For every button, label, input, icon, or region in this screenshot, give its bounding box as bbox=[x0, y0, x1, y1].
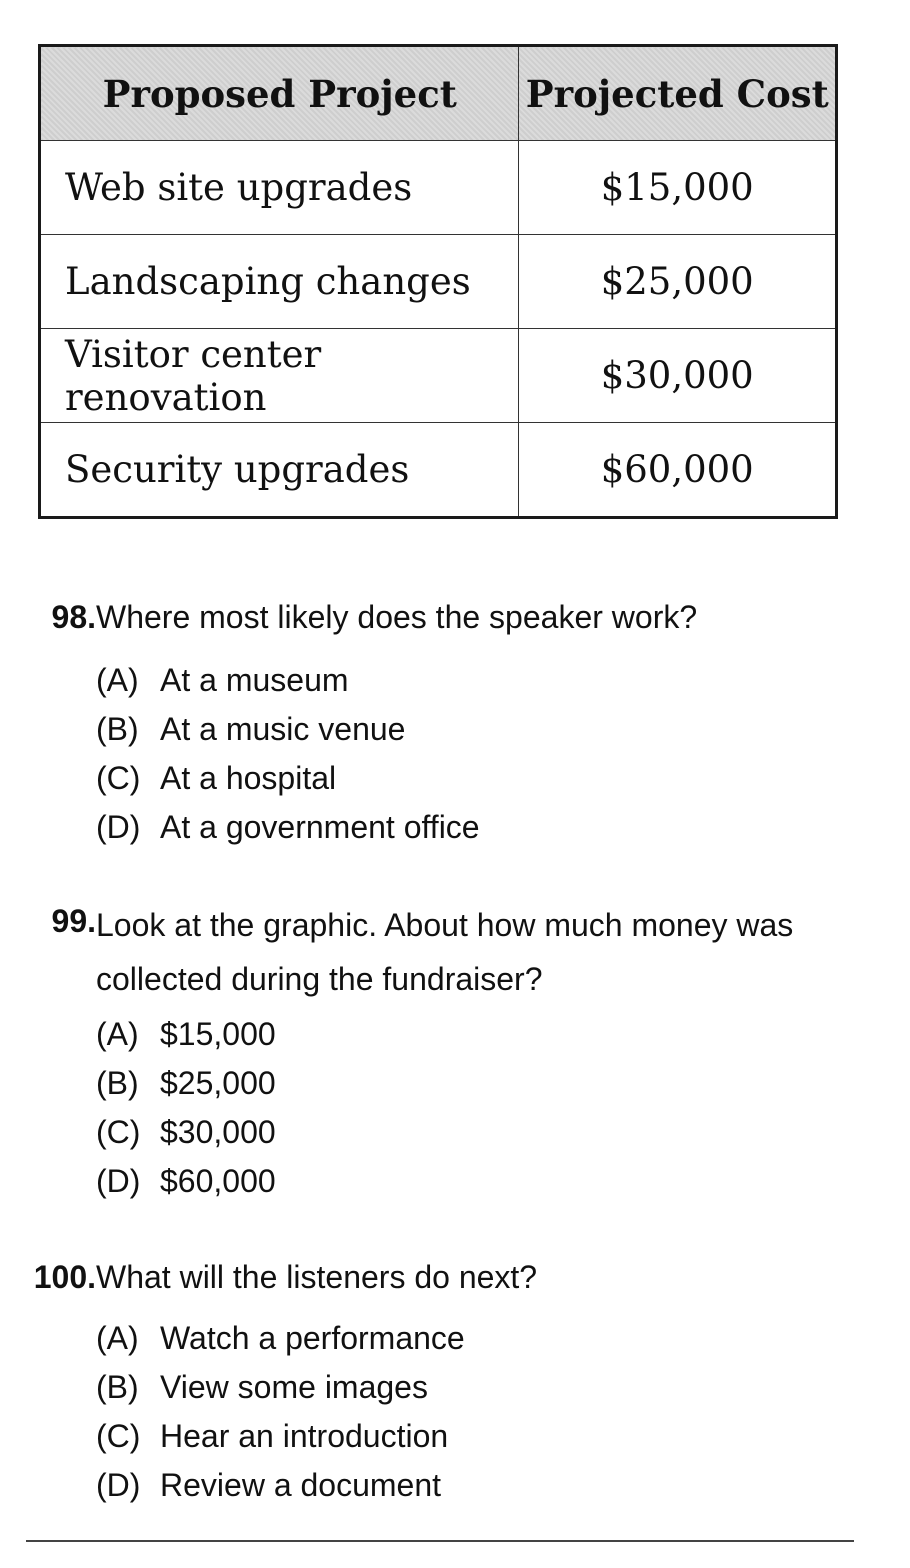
table-header-row: Proposed Project Projected Cost bbox=[38, 45, 837, 141]
option-item[interactable]: (B) $25,000 bbox=[96, 1059, 276, 1108]
option-letter: (C) bbox=[96, 1418, 141, 1454]
option-text: $60,000 bbox=[160, 1163, 276, 1199]
question-text: What will the listeners do next? bbox=[96, 1259, 538, 1295]
header-proposed-project: Proposed Project bbox=[38, 45, 520, 141]
project-cell: Visitor center renovation bbox=[38, 328, 520, 423]
table-row: Visitor center renovation $30,000 bbox=[38, 328, 837, 423]
table-row: Web site upgrades $15,000 bbox=[38, 140, 837, 235]
option-text: Watch a performance bbox=[160, 1320, 465, 1356]
option-text: At a music venue bbox=[160, 711, 406, 747]
option-item[interactable]: (B) View some images bbox=[96, 1363, 465, 1412]
option-item[interactable]: (D) Review a document bbox=[96, 1461, 465, 1510]
option-letter: (A) bbox=[96, 662, 139, 698]
bottom-divider bbox=[26, 1540, 854, 1542]
option-item[interactable]: (D) At a government office bbox=[96, 803, 480, 852]
option-letter: (A) bbox=[96, 1320, 139, 1356]
option-letter: (D) bbox=[96, 1467, 141, 1503]
option-text: $25,000 bbox=[160, 1065, 276, 1101]
project-cell: Landscaping changes bbox=[38, 234, 520, 329]
option-letter: (A) bbox=[96, 1016, 139, 1052]
question-number: 99. bbox=[51, 903, 96, 939]
cost-cell: $25,000 bbox=[518, 234, 837, 329]
options-list-98: (A) At a museum (B) At a music venue (C) At… bbox=[96, 656, 480, 852]
option-item[interactable]: (C) $30,000 bbox=[96, 1108, 276, 1157]
option-letter: (B) bbox=[96, 1369, 139, 1405]
cost-cell: $60,000 bbox=[518, 422, 837, 518]
table-row: Security upgrades $60,000 bbox=[38, 422, 837, 518]
question-number: 100. bbox=[33, 1259, 96, 1295]
option-letter: (B) bbox=[96, 711, 139, 747]
question-number: 98. bbox=[51, 599, 96, 635]
option-item[interactable]: (C) Hear an introduction bbox=[96, 1412, 465, 1461]
option-letter: (C) bbox=[96, 1114, 141, 1150]
option-letter: (D) bbox=[96, 809, 141, 845]
option-text: View some images bbox=[160, 1369, 428, 1405]
option-item[interactable]: (A) At a museum bbox=[96, 656, 480, 705]
option-text: $15,000 bbox=[160, 1016, 276, 1052]
project-cell: Security upgrades bbox=[38, 422, 520, 518]
option-item[interactable]: (D) $60,000 bbox=[96, 1157, 276, 1206]
cost-cell: $15,000 bbox=[518, 140, 837, 235]
option-item[interactable]: (C) At a hospital bbox=[96, 754, 480, 803]
project-cell: Web site upgrades bbox=[38, 140, 520, 235]
option-text: $30,000 bbox=[160, 1114, 276, 1150]
option-letter: (B) bbox=[96, 1065, 139, 1101]
question-99: 99. Look at the graphic. About how much … bbox=[0, 898, 910, 998]
table-row: Landscaping changes $25,000 bbox=[38, 234, 837, 329]
option-text: At a hospital bbox=[160, 760, 337, 796]
option-letter: (D) bbox=[96, 1163, 141, 1199]
option-letter: (C) bbox=[96, 760, 141, 796]
cost-cell: $30,000 bbox=[518, 328, 837, 423]
option-text: Review a document bbox=[160, 1467, 442, 1503]
header-projected-cost: Projected Cost bbox=[518, 45, 837, 141]
project-cost-table: Proposed Project Projected Cost Web site… bbox=[38, 44, 838, 519]
options-list-99: (A) $15,000 (B) $25,000 (C) $30,000 (D) $60,… bbox=[96, 1010, 276, 1206]
option-text: Hear an introduction bbox=[160, 1418, 449, 1454]
option-item[interactable]: (A) $15,000 bbox=[96, 1010, 276, 1059]
option-item[interactable]: (B) At a music venue bbox=[96, 705, 480, 754]
option-text: At a museum bbox=[160, 662, 349, 698]
question-text: Where most likely does the speaker work? bbox=[96, 599, 698, 635]
option-item[interactable]: (A) Watch a performance bbox=[96, 1314, 465, 1363]
question-text: Look at the graphic. About how much mone… bbox=[96, 907, 794, 997]
options-list-100: (A) Watch a performance (B) View some imag… bbox=[96, 1314, 465, 1510]
option-text: At a government office bbox=[160, 809, 480, 845]
